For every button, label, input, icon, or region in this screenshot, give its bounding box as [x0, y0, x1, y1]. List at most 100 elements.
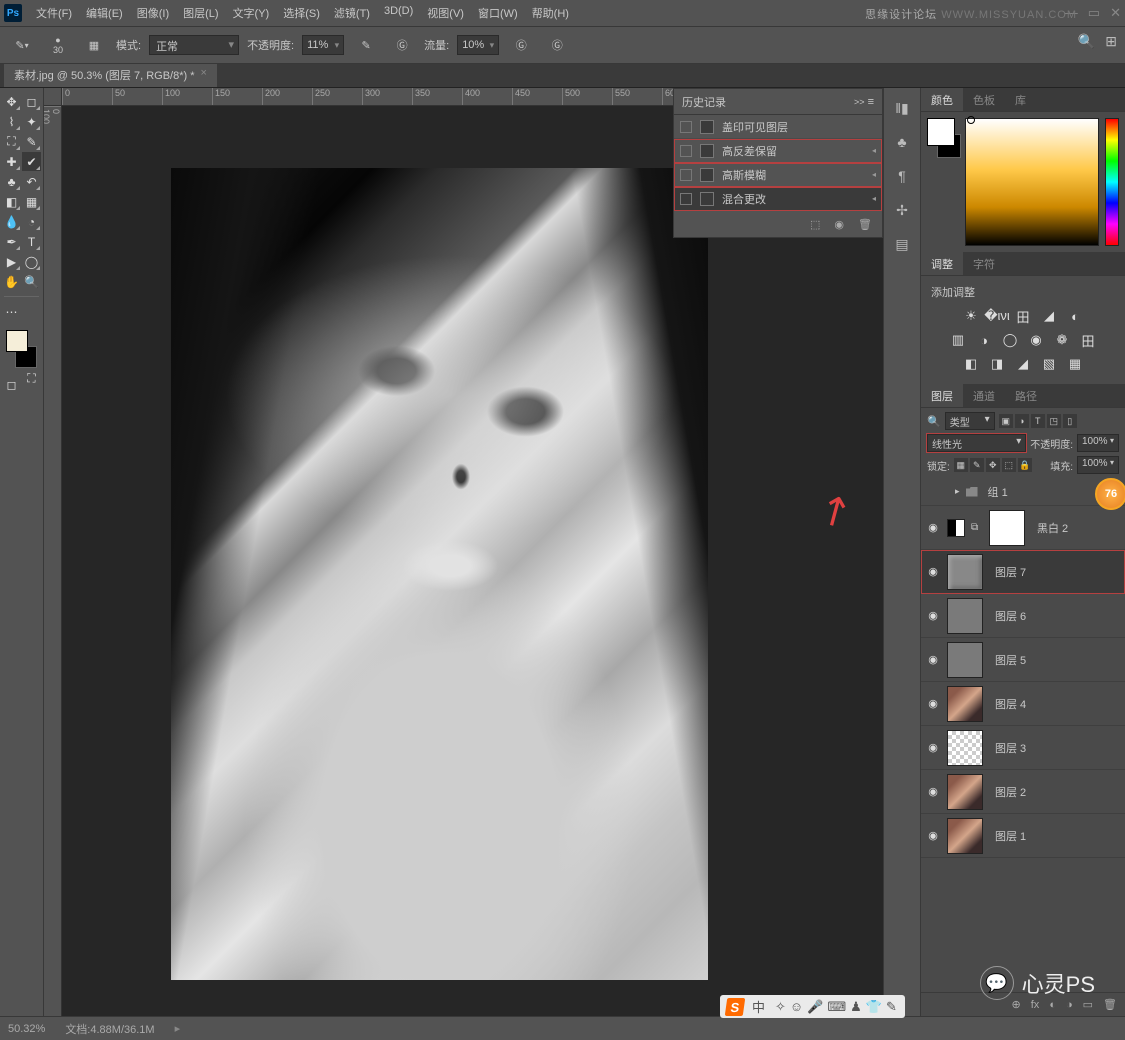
- close-button[interactable]: ✕: [1110, 5, 1121, 21]
- menu-item[interactable]: 编辑(E): [80, 1, 129, 25]
- filter-icon[interactable]: T: [1031, 414, 1045, 428]
- menu-item[interactable]: 选择(S): [277, 1, 326, 25]
- pressure-size-icon[interactable]: Ⓖ: [543, 31, 571, 59]
- layer-row[interactable]: ◉⧉黑白 2: [921, 506, 1125, 550]
- visibility-icon[interactable]: ◉: [925, 697, 941, 710]
- screenmode-icon[interactable]: ⛶: [22, 369, 41, 388]
- panel-tab[interactable]: 通道: [963, 384, 1005, 407]
- brush-tool[interactable]: ✔: [22, 152, 41, 171]
- crop-tool[interactable]: ⛶: [2, 132, 21, 151]
- document-tab[interactable]: 素材.jpg @ 50.3% (图层 7, RGB/8*) * ×: [4, 62, 217, 87]
- blur-tool[interactable]: 💧: [2, 212, 21, 231]
- filter-icon[interactable]: ◑: [1015, 414, 1029, 428]
- adjustment-icon[interactable]: ◑: [976, 332, 992, 348]
- brush-panel-icon[interactable]: ▦: [80, 31, 108, 59]
- close-tab-icon[interactable]: ×: [201, 67, 207, 83]
- panel-tab[interactable]: 颜色: [921, 88, 963, 111]
- layer-row[interactable]: ◉图层 4: [921, 682, 1125, 726]
- canvas-image[interactable]: [171, 168, 708, 980]
- tool-preset-icon[interactable]: ✎▾: [8, 31, 36, 59]
- stamp-tool[interactable]: ♣: [2, 172, 21, 191]
- workspace-icon[interactable]: ⊞: [1105, 33, 1117, 50]
- fill-input[interactable]: 100%▾: [1077, 456, 1119, 474]
- lock-icon[interactable]: ⬚: [1002, 458, 1016, 472]
- adjustment-icon[interactable]: ◨: [989, 356, 1005, 372]
- history-brush-tool[interactable]: ↶: [22, 172, 41, 191]
- visibility-icon[interactable]: ◉: [925, 741, 941, 754]
- dock-brush-icon[interactable]: ‖▮: [892, 98, 912, 118]
- adjustment-icon[interactable]: ◧: [963, 356, 979, 372]
- color-swatches[interactable]: [2, 330, 41, 368]
- layer-filter-select[interactable]: 类型▾: [945, 412, 995, 430]
- history-newdoc-icon[interactable]: ◉: [834, 218, 844, 231]
- sogou-logo-icon[interactable]: S: [725, 998, 746, 1016]
- adjustment-icon[interactable]: ▥: [950, 332, 966, 348]
- layers-footer-icon[interactable]: ◑: [1066, 999, 1073, 1011]
- history-snapshot-icon[interactable]: ⬚: [810, 218, 820, 231]
- edit-toolbar-icon[interactable]: ⋯: [2, 302, 21, 321]
- hand-tool[interactable]: ✋: [2, 272, 21, 291]
- filter-icon[interactable]: ◳: [1047, 414, 1061, 428]
- layers-footer-icon[interactable]: fx: [1031, 999, 1040, 1011]
- dock-para-icon[interactable]: ¶: [892, 166, 912, 186]
- dodge-tool[interactable]: ◔: [22, 212, 41, 231]
- eyedropper-tool[interactable]: ✎: [22, 132, 41, 151]
- gradient-tool[interactable]: ▦: [22, 192, 41, 211]
- visibility-icon[interactable]: ◉: [925, 521, 941, 534]
- adjustment-icon[interactable]: ◢: [1015, 356, 1031, 372]
- visibility-icon[interactable]: ◉: [925, 653, 941, 666]
- menu-item[interactable]: 视图(V): [421, 1, 470, 25]
- color-fg-swatch[interactable]: [927, 118, 955, 146]
- adjustment-icon[interactable]: ▦: [1067, 356, 1083, 372]
- visibility-icon[interactable]: ◉: [925, 609, 941, 622]
- menu-item[interactable]: 图像(I): [131, 1, 175, 25]
- lock-icon[interactable]: ✎: [970, 458, 984, 472]
- blend-mode-select[interactable]: 线性光▾: [927, 434, 1026, 452]
- panel-tab[interactable]: 库: [1005, 88, 1036, 111]
- lock-icon[interactable]: ▦: [954, 458, 968, 472]
- dock-glyph-icon[interactable]: ✢: [892, 200, 912, 220]
- filter-icon[interactable]: ▯: [1063, 414, 1077, 428]
- pen-tool[interactable]: ✒: [2, 232, 21, 251]
- magic-wand-tool[interactable]: ✦: [22, 112, 41, 131]
- history-menu-icon[interactable]: ≡: [868, 96, 874, 108]
- doc-info[interactable]: 文档:4.88M/36.1M: [65, 1021, 154, 1037]
- adjustment-icon[interactable]: ❁: [1054, 332, 1070, 348]
- layer-row[interactable]: ◉图层 1: [921, 814, 1125, 858]
- adjustment-icon[interactable]: ▧: [1041, 356, 1057, 372]
- menu-item[interactable]: 3D(D): [378, 1, 419, 25]
- filter-icon[interactable]: ▣: [999, 414, 1013, 428]
- airbrush-icon[interactable]: Ⓖ: [507, 31, 535, 59]
- adjustment-icon[interactable]: 田: [1015, 308, 1031, 324]
- zoom-tool[interactable]: 🔍: [22, 272, 41, 291]
- layer-row[interactable]: ◉图层 6: [921, 594, 1125, 638]
- hue-slider[interactable]: [1105, 118, 1119, 246]
- panel-tab[interactable]: 色板: [963, 88, 1005, 111]
- pressure-opacity-icon[interactable]: ✎: [352, 31, 380, 59]
- adjustment-icon[interactable]: ◯: [1002, 332, 1018, 348]
- layer-row[interactable]: ◉图层 7: [921, 550, 1125, 594]
- dock-clone-icon[interactable]: ♣: [892, 132, 912, 152]
- panel-tab[interactable]: 字符: [963, 252, 1005, 275]
- layers-footer-icon[interactable]: ◐: [1049, 999, 1056, 1011]
- adjustment-icon[interactable]: ◉: [1028, 332, 1044, 348]
- layer-opacity-input[interactable]: 100%▾: [1077, 434, 1119, 452]
- quickmask-icon[interactable]: ◻: [2, 375, 21, 394]
- lock-icon[interactable]: ✥: [986, 458, 1000, 472]
- ime-lang[interactable]: 中: [752, 997, 765, 1016]
- pressure-toggle-icon[interactable]: Ⓖ: [388, 31, 416, 59]
- adjustment-icon[interactable]: ☀: [963, 308, 979, 324]
- marquee-tool[interactable]: ◻: [22, 92, 41, 111]
- menu-item[interactable]: 滤镜(T): [328, 1, 376, 25]
- menu-item[interactable]: 文字(Y): [227, 1, 276, 25]
- zoom-readout[interactable]: 50.32%: [8, 1023, 45, 1035]
- visibility-icon[interactable]: ◉: [925, 785, 941, 798]
- history-item[interactable]: 盖印可见图层: [674, 115, 882, 139]
- search-icon[interactable]: 🔍: [1078, 33, 1095, 50]
- color-field[interactable]: [965, 118, 1099, 246]
- visibility-icon[interactable]: ◉: [925, 829, 941, 842]
- panel-tab[interactable]: 路径: [1005, 384, 1047, 407]
- menu-item[interactable]: 窗口(W): [472, 1, 524, 25]
- healing-tool[interactable]: ✚: [2, 152, 21, 171]
- panel-tab[interactable]: 图层: [921, 384, 963, 407]
